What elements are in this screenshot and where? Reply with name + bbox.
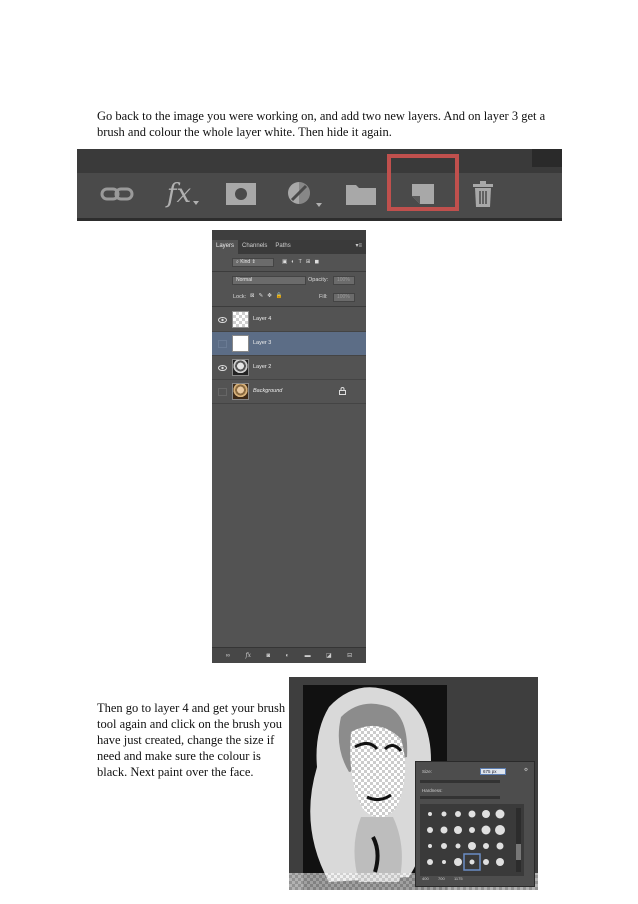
visibility-box[interactable]: [218, 388, 227, 396]
opacity-label: Opacity:: [308, 277, 329, 283]
layers-toolbar-screenshot: fx: [77, 149, 562, 221]
brush-size-label: Size:: [422, 769, 433, 774]
layer-row-layer-4[interactable]: Layer 4: [212, 308, 366, 332]
eye-icon[interactable]: [218, 316, 227, 324]
layer-name: Layer 3: [253, 340, 272, 346]
fx-label: fx: [166, 179, 192, 209]
tab-channels[interactable]: Channels: [238, 240, 271, 254]
tab-paths[interactable]: Paths: [271, 240, 294, 254]
brush-preset-picker: Size: 675 px ⚙ Hardness: 400 700 1175: [415, 761, 535, 887]
blend-mode-select[interactable]: Normal: [232, 276, 306, 285]
adjustment-icon[interactable]: ◐: [286, 653, 290, 659]
new-layer-icon[interactable]: ◪: [326, 652, 332, 659]
layer-row-layer-3[interactable]: Layer 3: [212, 332, 366, 356]
layer-row-layer-2[interactable]: Layer 2: [212, 356, 366, 380]
eye-icon[interactable]: [218, 364, 227, 372]
brush-size-slider[interactable]: [420, 780, 500, 783]
lock-icon: [339, 387, 346, 395]
layer-thumbnail-photo: [232, 359, 249, 376]
brush-painting-screenshot: Size: 675 px ⚙ Hardness: 400 700 1175: [289, 677, 538, 890]
layer-thumbnail-white: [232, 335, 249, 352]
fill-label: Fill:: [319, 294, 328, 300]
panel-tabs: Layers Channels Paths: [212, 240, 366, 254]
layer-name: Layer 4: [253, 316, 272, 322]
brush-hardness-label: Hardness:: [422, 788, 443, 793]
visibility-box[interactable]: [218, 340, 227, 348]
brush-size-field[interactable]: 675 px: [480, 768, 506, 775]
lock-label: Lock:: [233, 294, 247, 300]
fx-icon[interactable]: fx: [161, 176, 205, 212]
trash-icon[interactable]: [465, 176, 501, 212]
mask-icon[interactable]: ◙: [266, 653, 270, 659]
link-icon[interactable]: ∞: [226, 653, 230, 659]
layer-row-background[interactable]: Background: [212, 380, 366, 404]
panel-menu-icon[interactable]: ▾≡: [355, 242, 362, 249]
mask-icon[interactable]: [223, 176, 259, 212]
filter-kind-label: Kind: [240, 259, 251, 265]
brush-settings-icon[interactable]: ⚙: [524, 767, 528, 773]
layer-name: Background: [253, 388, 283, 394]
layer-name: Layer 2: [253, 364, 272, 370]
lock-icons[interactable]: ⊠✎✥🔒: [250, 293, 287, 299]
step1-instructions: Go back to the image you were working on…: [97, 109, 546, 139]
folder-icon[interactable]: ▬: [305, 653, 311, 659]
layer-thumbnail-photo: [232, 383, 249, 400]
tab-layers[interactable]: Layers: [212, 240, 239, 254]
brush-presets-grid[interactable]: [420, 804, 524, 876]
link-icon[interactable]: [97, 176, 137, 212]
layers-bottom-bar: ∞ fx ◙ ◐ ▬ ◪ ⊟: [212, 647, 366, 663]
filter-kind-select[interactable]: ⌕ Kind ⇕: [232, 258, 274, 267]
adjustment-icon[interactable]: [281, 176, 327, 212]
step2-instructions: Then go to layer 4 and get your brush to…: [97, 701, 286, 779]
preset-size: 700: [438, 876, 445, 881]
fx-icon[interactable]: fx: [245, 652, 251, 659]
layer-thumbnail-transparent: [232, 311, 249, 328]
layers-panel-screenshot: Layers Channels Paths ▾≡ ⌕ Kind ⇕ ▣◐T⊞◼ …: [212, 230, 366, 663]
new-layer-highlight: [387, 154, 459, 211]
trash-icon[interactable]: ⊟: [347, 652, 352, 659]
folder-icon[interactable]: [343, 176, 379, 212]
brush-hardness-slider[interactable]: [420, 796, 500, 799]
preset-size: 400: [422, 876, 429, 881]
opacity-field[interactable]: 100%: [333, 276, 355, 285]
filter-icons[interactable]: ▣◐T⊞◼: [282, 259, 323, 265]
preset-size: 1175: [454, 876, 463, 881]
fill-field[interactable]: 100%: [333, 293, 355, 302]
